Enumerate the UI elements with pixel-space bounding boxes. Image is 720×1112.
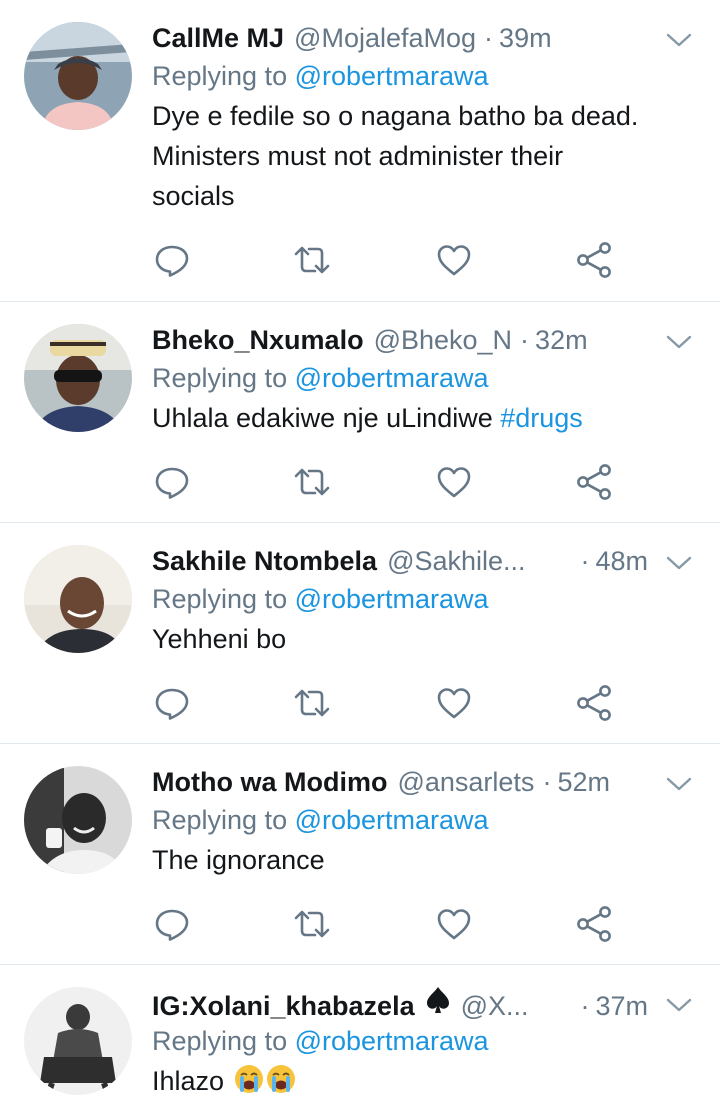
replying-to: Replying to @robertmarawa	[152, 358, 700, 398]
reply-icon[interactable]	[152, 462, 192, 502]
like-icon[interactable]	[434, 240, 474, 280]
share-icon[interactable]	[574, 462, 614, 502]
tweet-actions	[152, 462, 622, 506]
display-name[interactable]: Sakhile Ntombela	[152, 543, 377, 579]
separator-dot: ·	[580, 991, 590, 1021]
retweet-icon[interactable]	[292, 462, 332, 502]
replying-to-mention[interactable]: @robertmarawa	[295, 584, 489, 614]
replying-to: Replying to @robertmarawa	[152, 1021, 700, 1061]
tweet-item[interactable]: IG:Xolani_khabazela @X... · 37m Replying…	[0, 965, 720, 1112]
tweet-text-line: socials	[152, 181, 235, 211]
like-icon[interactable]	[434, 904, 474, 944]
loudly-crying-face-icon	[266, 1064, 296, 1094]
tweet-header: Sakhile Ntombela @Sakhile... · 48m	[152, 543, 700, 579]
tweet-text-body: Ihlazo	[152, 1066, 225, 1096]
avatar[interactable]	[24, 766, 132, 874]
replying-to-mention[interactable]: @robertmarawa	[295, 61, 489, 91]
retweet-icon[interactable]	[292, 683, 332, 723]
replying-to: Replying to @robertmarawa	[152, 579, 700, 619]
replying-prefix: Replying to	[152, 584, 295, 614]
tweet-header: IG:Xolani_khabazela @X... · 37m	[152, 985, 700, 1021]
replying-prefix: Replying to	[152, 805, 295, 835]
tweet-item[interactable]: Sakhile Ntombela @Sakhile... · 48m Reply…	[0, 523, 720, 744]
chevron-down-icon[interactable]	[666, 776, 692, 792]
replying-prefix: Replying to	[152, 1026, 295, 1056]
tweet-text: The ignorance	[152, 845, 325, 875]
separator-dot: ·	[542, 767, 552, 797]
user-handle[interactable]: @ansarlets	[397, 764, 534, 800]
timestamp[interactable]: 37m	[595, 988, 648, 1024]
avatar[interactable]	[24, 324, 132, 432]
replying-prefix: Replying to	[152, 61, 295, 91]
tweet-text-line: Dye e fedile so o nagana batho ba dead.	[152, 101, 639, 131]
separator-dot: ·	[580, 546, 590, 576]
timestamp[interactable]: 32m	[535, 322, 588, 358]
replying-to-mention[interactable]: @robertmarawa	[295, 363, 489, 393]
tweet-text-body: Uhlala edakiwe nje uLindiwe	[152, 403, 501, 433]
replying-to-mention[interactable]: @robertmarawa	[295, 805, 489, 835]
display-name[interactable]: IG:Xolani_khabazela	[152, 988, 415, 1024]
replying-to: Replying to @robertmarawa	[152, 56, 700, 96]
replying-prefix: Replying to	[152, 363, 295, 393]
tweet-header: Bheko_Nxumalo @Bheko_N · 32m	[152, 322, 700, 358]
share-icon[interactable]	[574, 683, 614, 723]
chevron-down-icon[interactable]	[666, 32, 692, 48]
timestamp[interactable]: 48m	[595, 543, 648, 579]
display-name[interactable]: Bheko_Nxumalo	[152, 322, 364, 358]
avatar[interactable]	[24, 545, 132, 653]
avatar[interactable]	[24, 22, 132, 130]
avatar[interactable]	[24, 987, 132, 1095]
tweet-item[interactable]: Motho wa Modimo @ansarlets · 52m Replyin…	[0, 744, 720, 965]
timestamp[interactable]: 52m	[557, 764, 610, 800]
reply-feed: CallMe MJ @MojalefaMog · 39m Replying to…	[0, 0, 720, 1112]
loudly-crying-face-icon	[234, 1064, 264, 1094]
tweet-header: CallMe MJ @MojalefaMog · 39m	[152, 20, 700, 56]
separator-dot: ·	[484, 23, 494, 53]
user-handle[interactable]: @X...	[461, 988, 529, 1024]
tweet-text: Dye e fedile so o nagana batho ba dead. …	[152, 96, 700, 216]
tweet-actions	[152, 683, 622, 727]
tweet-item[interactable]: Bheko_Nxumalo @Bheko_N · 32m Replying to…	[0, 302, 720, 523]
retweet-icon[interactable]	[292, 240, 332, 280]
chevron-down-icon[interactable]	[666, 555, 692, 571]
separator-dot: ·	[520, 325, 530, 355]
display-name[interactable]: Motho wa Modimo	[152, 764, 387, 800]
hashtag-link[interactable]: #drugs	[500, 403, 583, 433]
reply-icon[interactable]	[152, 683, 192, 723]
retweet-icon[interactable]	[292, 904, 332, 944]
tweet-header: Motho wa Modimo @ansarlets · 52m	[152, 764, 700, 800]
user-handle[interactable]: @Sakhile...	[387, 543, 525, 579]
replying-to: Replying to @robertmarawa	[152, 800, 700, 840]
tweet-text-line: Ministers must not administer their	[152, 141, 564, 171]
tweet-text: Uhlala edakiwe nje uLindiwe #drugs	[152, 398, 700, 438]
tweet-text: Ihlazo	[152, 1061, 700, 1101]
user-handle[interactable]: @Bheko_N	[374, 322, 512, 358]
share-icon[interactable]	[574, 240, 614, 280]
chevron-down-icon[interactable]	[666, 334, 692, 350]
tweet-actions	[152, 904, 622, 948]
like-icon[interactable]	[434, 683, 474, 723]
share-icon[interactable]	[574, 904, 614, 944]
like-icon[interactable]	[434, 462, 474, 502]
display-name[interactable]: CallMe MJ	[152, 20, 284, 56]
tweet-actions	[152, 240, 622, 284]
timestamp[interactable]: 39m	[499, 20, 552, 56]
tweet-item[interactable]: CallMe MJ @MojalefaMog · 39m Replying to…	[0, 0, 720, 302]
chevron-down-icon[interactable]	[666, 997, 692, 1013]
replying-to-mention[interactable]: @robertmarawa	[295, 1026, 489, 1056]
spade-suit-icon	[425, 985, 451, 1015]
user-handle[interactable]: @MojalefaMog	[294, 20, 476, 56]
tweet-text: Yehheni bo	[152, 624, 287, 654]
reply-icon[interactable]	[152, 904, 192, 944]
reply-icon[interactable]	[152, 240, 192, 280]
